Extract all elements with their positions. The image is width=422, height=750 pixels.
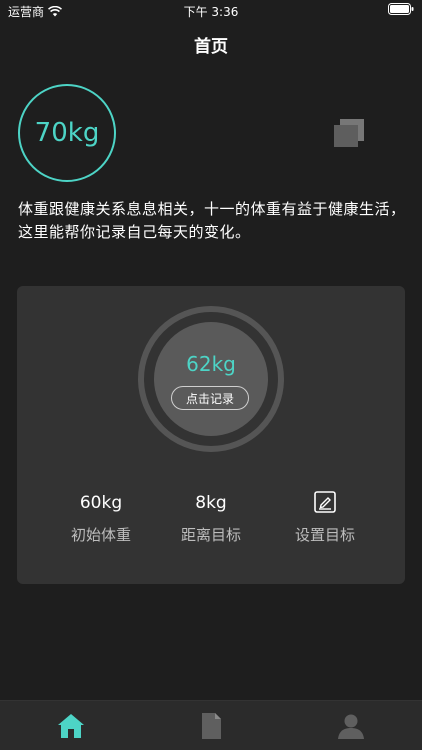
copy-icon[interactable] — [334, 119, 364, 147]
status-bar: 运营商 下午 3:36 — [0, 0, 422, 22]
set-goal-label: 设置目标 — [294, 526, 355, 544]
target-ring: 62kg 点击记录 — [138, 306, 284, 452]
page-title: 首页 — [194, 37, 228, 57]
stat-set-goal[interactable]: 设置目标 — [270, 490, 380, 545]
weight-card: 62kg 点击记录 60kg 初始体重 8kg 距离目标 设置目标 — [17, 286, 405, 584]
profile-icon[interactable] — [336, 712, 366, 740]
edit-icon[interactable] — [313, 490, 337, 514]
current-weight-ring: 70kg — [18, 84, 116, 182]
set-goal-icon-wrap — [270, 490, 380, 516]
record-button[interactable]: 点击记录 — [171, 386, 249, 410]
status-right — [388, 3, 414, 18]
initial-weight-value: 60kg — [79, 493, 123, 513]
home-icon[interactable] — [56, 712, 86, 740]
distance-to-goal-label: 距离目标 — [180, 526, 241, 544]
tab-bar — [0, 700, 422, 750]
initial-weight-label: 初始体重 — [70, 526, 131, 544]
current-weight: 70kg — [34, 118, 100, 148]
stat-initial-weight: 60kg 初始体重 — [46, 490, 156, 545]
intro-text: 体重跟健康关系息息相关，十一的体重有益于健康生活，这里能帮你记录自己每天的变化。 — [18, 200, 406, 241]
stat-distance-to-goal: 8kg 距离目标 — [156, 490, 266, 545]
ring-weight: 62kg — [186, 352, 236, 376]
home-screen: 运营商 下午 3:36 首页 70kg 体重跟健康关系息息相关，十一的体重有益于… — [0, 0, 422, 750]
target-ring-inner: 62kg 点击记录 — [154, 322, 268, 436]
distance-to-goal-value: 8kg — [195, 493, 227, 513]
status-time: 下午 3:36 — [183, 5, 239, 19]
battery-icon — [388, 3, 414, 15]
document-icon[interactable] — [196, 712, 226, 740]
